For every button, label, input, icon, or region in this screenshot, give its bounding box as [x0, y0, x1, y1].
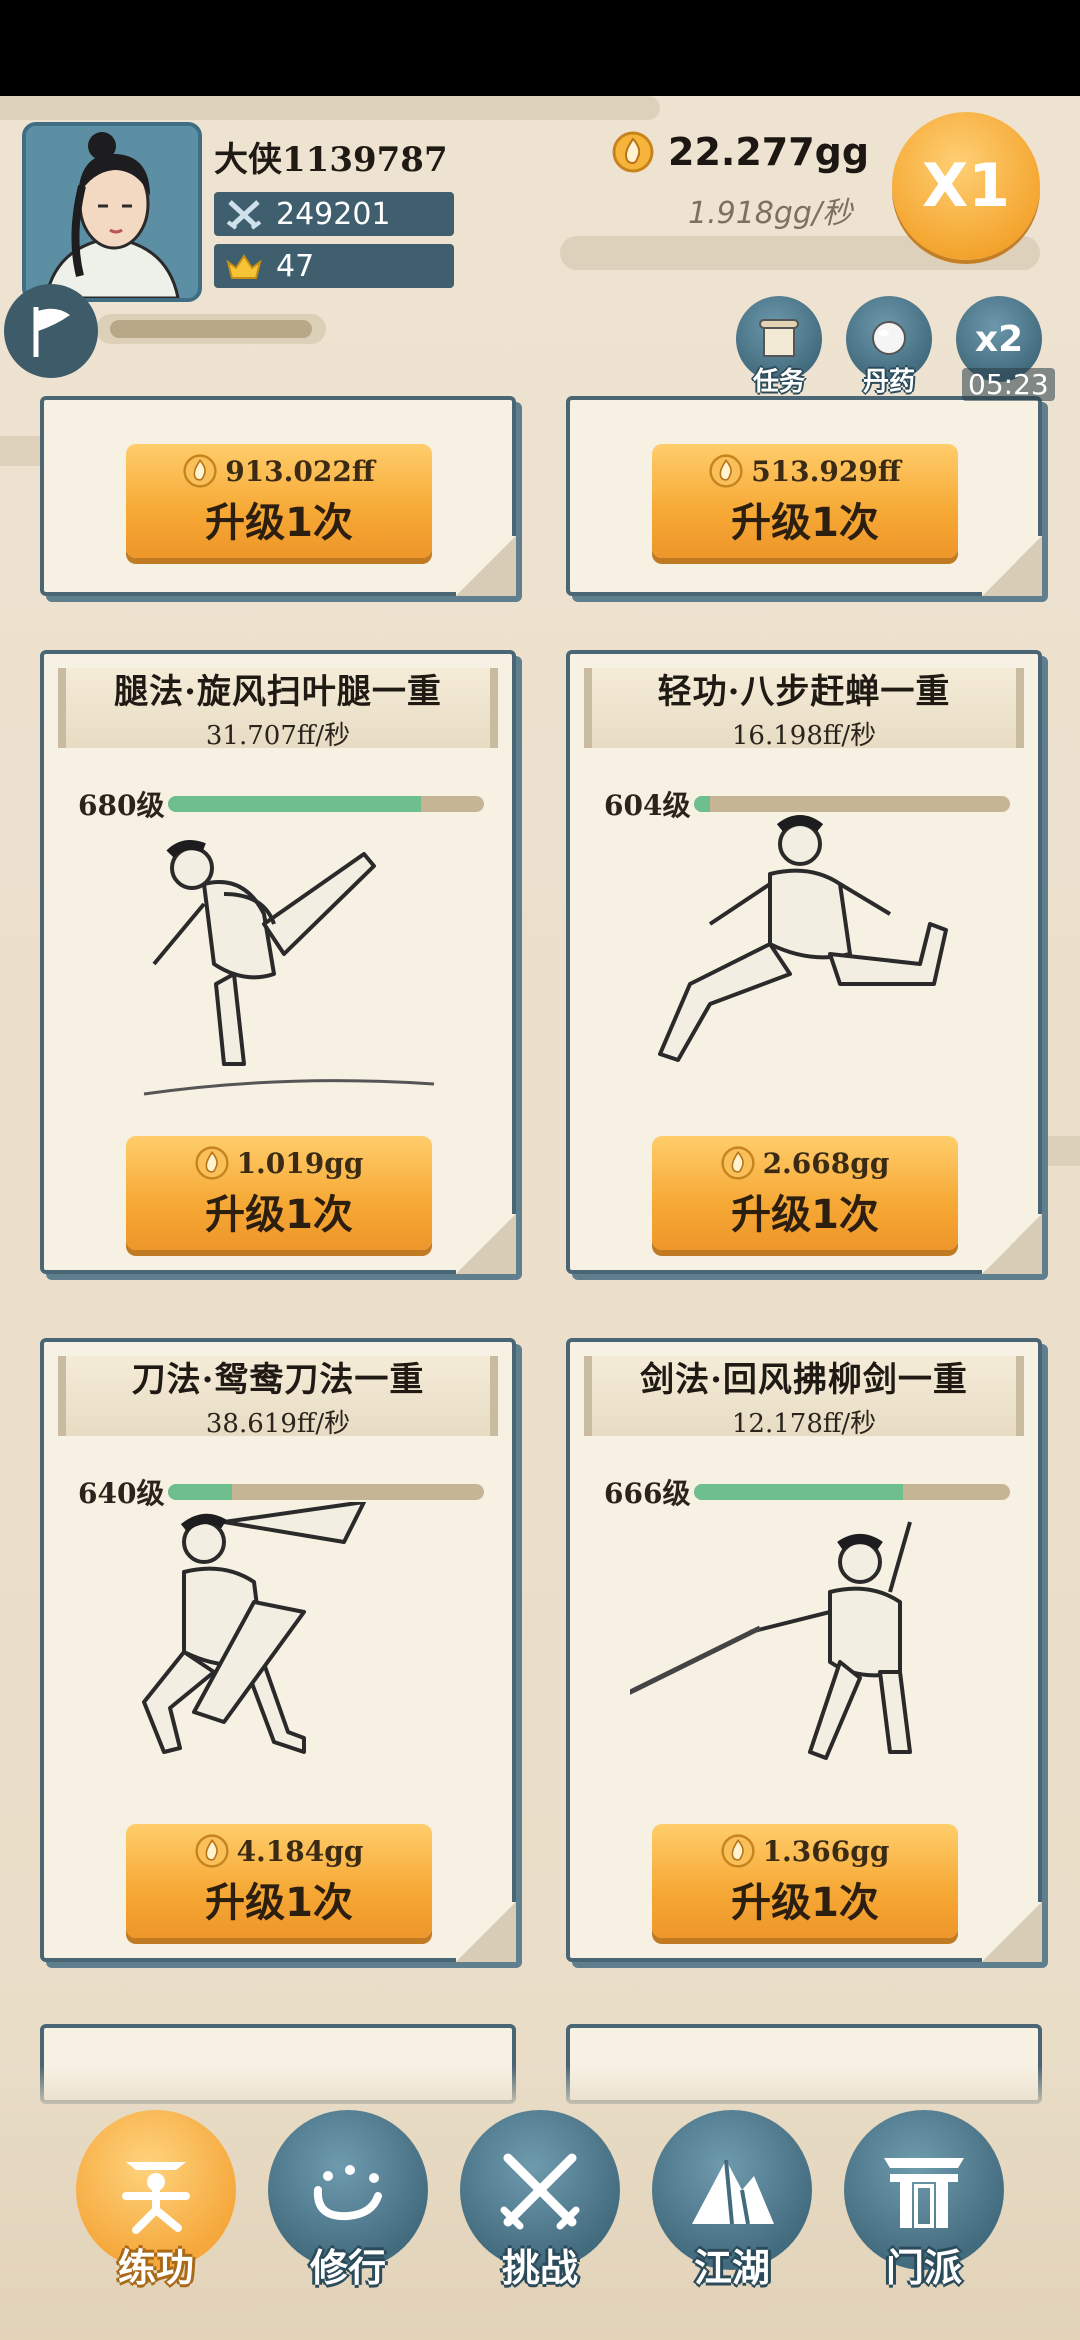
currency-display: 22.277gg — [612, 130, 869, 174]
level-progress-bar — [168, 1484, 485, 1500]
combat-power-value: 249201 — [276, 196, 391, 232]
upgrade-cost: 513.929ff — [709, 454, 901, 488]
double-speed-timer: 05:23 — [962, 368, 1055, 401]
gold-ingot-value: 47 — [276, 248, 315, 284]
skill-card-leap: 轻功·八步赶蝉一重 16.198ff/秒 604级 2.668gg 升级1次 — [566, 650, 1042, 1274]
flame-coin-icon — [194, 1146, 229, 1180]
sword-figure-icon — [142, 1502, 366, 1754]
skill-rate: 38.619ff/秒 — [205, 1409, 351, 1439]
flame-coin-icon — [612, 131, 654, 173]
upgrade-label: 升级1次 — [731, 1880, 879, 1926]
level-progress-bar — [168, 796, 485, 812]
nav-practice-label: 练功 — [117, 2246, 195, 2290]
skill-name: 剑法·回风拂柳剑一重 — [640, 1360, 968, 1400]
scroll-icon — [759, 319, 799, 357]
upgrade-cost: 1.366gg — [720, 1834, 890, 1868]
upgrade-button[interactable]: 2.668gg 升级1次 — [652, 1136, 958, 1250]
skill-rate: 16.198ff/秒 — [731, 721, 877, 751]
gold-ingot-box: 47 — [214, 244, 454, 288]
flame-coin-icon — [183, 454, 217, 488]
nav-sect-label: 门派 — [885, 2246, 963, 2290]
kick-figure-icon — [143, 840, 435, 1096]
upgrade-cost: 1.019gg — [194, 1146, 364, 1180]
hero-portrait-icon — [26, 126, 198, 298]
upgrade-label: 升级1次 — [731, 500, 879, 546]
skill-card-partial: 913.022ff 升级1次 — [40, 396, 516, 596]
skill-name: 轻功·八步赶蝉一重 — [657, 672, 951, 712]
upgrade-cost-value: 913.022ff — [225, 454, 375, 488]
gold-ingot-icon — [224, 249, 264, 283]
nav-cultivation-label: 修行 — [309, 2246, 387, 2290]
upgrade-button[interactable]: 1.366gg 升级1次 — [652, 1824, 958, 1938]
level-progress-bar — [694, 796, 1011, 812]
fencing-figure-icon — [630, 1521, 912, 1760]
upgrade-button[interactable]: 513.929ff 升级1次 — [652, 444, 958, 558]
nav-jianghu-label: 江湖 — [693, 2246, 771, 2290]
upgrade-cost: 2.668gg — [720, 1146, 890, 1180]
nav-challenge-label: 挑战 — [501, 2246, 579, 2290]
upgrade-button[interactable]: 1.019gg 升级1次 — [126, 1136, 432, 1250]
upgrade-label: 升级1次 — [205, 1880, 353, 1926]
crossed-swords-icon — [500, 2153, 580, 2230]
skill-title-scroll: 轻功·八步赶蝉一重 16.198ff/秒 — [584, 668, 1024, 751]
nav-jianghu[interactable]: 江湖 — [652, 2110, 812, 2290]
upgrade-button[interactable]: 4.184gg 升级1次 — [126, 1824, 432, 1938]
player-name: 大侠1139787 — [214, 140, 448, 180]
skill-rate: 12.178ff/秒 — [731, 1409, 877, 1439]
upgrade-cost-value: 513.929ff — [751, 454, 901, 488]
skill-card-partial: 513.929ff 升级1次 — [566, 396, 1042, 596]
skill-card-sword: 剑法·回风拂柳剑一重 12.178ff/秒 666级 1.366gg 升级1次 — [566, 1338, 1042, 1962]
heart-icon — [313, 2165, 382, 2221]
skill-title-scroll: 腿法·旋风扫叶腿一重 31.707ff/秒 — [58, 668, 498, 751]
currency-amount: 22.277gg — [668, 130, 870, 174]
skill-rate: 31.707ff/秒 — [205, 721, 351, 751]
flame-coin-icon — [720, 1146, 755, 1180]
status-bar — [0, 0, 1080, 96]
nav-cultivation[interactable]: 修行 — [268, 2110, 428, 2290]
level-progress-bar — [694, 1484, 1011, 1500]
skill-title-scroll: 刀法·鸳鸯刀法一重 38.619ff/秒 — [58, 1356, 498, 1439]
flame-coin-icon — [709, 454, 743, 488]
income-rate: 1.918gg/秒 — [688, 196, 853, 231]
upgrade-cost-value: 4.184gg — [236, 1834, 364, 1868]
combat-power-box: 249201 — [214, 192, 454, 236]
upgrade-cost: 4.184gg — [194, 1834, 364, 1868]
gate-icon — [884, 2158, 964, 2228]
leap-figure-icon — [658, 815, 948, 1062]
skill-title-scroll: 剑法·回风拂柳剑一重 12.178ff/秒 — [584, 1356, 1024, 1439]
speed-multiplier-button[interactable]: X1 — [892, 112, 1040, 260]
skill-name: 腿法·旋风扫叶腿一重 — [114, 672, 442, 712]
skill-name: 刀法·鸳鸯刀法一重 — [131, 1360, 425, 1400]
practice-icon — [122, 2162, 190, 2234]
flame-coin-icon — [720, 1834, 755, 1868]
upgrade-cost-value: 1.366gg — [762, 1834, 890, 1868]
mountain-icon — [692, 2159, 774, 2225]
upgrade-label: 升级1次 — [731, 1192, 879, 1238]
upgrade-label: 升级1次 — [205, 500, 353, 546]
upgrade-cost: 913.022ff — [183, 454, 375, 488]
upgrade-label: 升级1次 — [205, 1192, 353, 1238]
double-speed-label: x2 — [974, 318, 1024, 360]
player-header: 大侠1139787 249201 47 22.277gg 1.918gg/秒 X — [0, 96, 1080, 426]
nav-challenge[interactable]: 挑战 — [460, 2110, 620, 2290]
flag-icon[interactable] — [4, 284, 98, 378]
upgrade-cost-value: 2.668gg — [762, 1146, 890, 1180]
nav-practice[interactable]: 练功 — [76, 2110, 236, 2290]
pill-button[interactable]: 丹药 — [846, 296, 932, 397]
skill-card-kick: 腿法·旋风扫叶腿一重 31.707ff/秒 680级 1.019gg 升级1次 — [40, 650, 516, 1274]
flame-coin-icon — [194, 1834, 229, 1868]
skill-card-saber: 刀法·鸳鸯刀法一重 38.619ff/秒 640级 4.184gg 升级1次 — [40, 1338, 516, 1962]
upgrade-button[interactable]: 913.022ff 升级1次 — [126, 444, 432, 558]
pill-icon — [872, 321, 906, 355]
pill-label: 丹药 — [862, 367, 916, 397]
task-button[interactable]: 任务 — [736, 296, 822, 397]
task-label: 任务 — [752, 367, 806, 397]
crossed-swords-icon — [224, 197, 264, 231]
nav-sect[interactable]: 门派 — [844, 2110, 1004, 2290]
game-area: 大侠1139787 249201 47 22.277gg 1.918gg/秒 X — [0, 96, 1080, 2340]
avatar[interactable] — [22, 122, 202, 302]
bottom-nav: 练功 修行 挑战 江湖 门派 — [0, 2066, 1080, 2340]
upgrade-cost-value: 1.019gg — [236, 1146, 364, 1180]
experience-bar — [96, 314, 326, 344]
